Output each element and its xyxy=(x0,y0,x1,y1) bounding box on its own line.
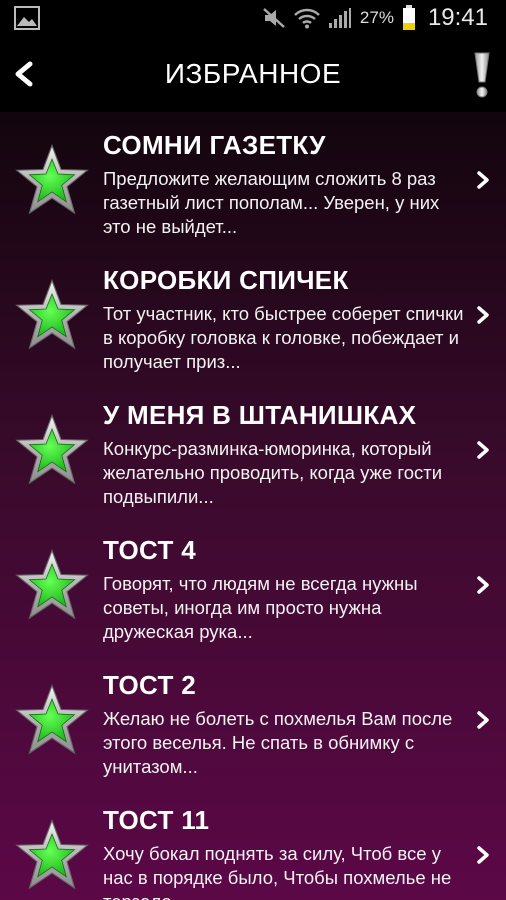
favorites-list: СОМНИ ГАЗЕТКУ Предложите желающим сложит… xyxy=(0,112,506,900)
chevron-right-icon xyxy=(477,711,489,729)
list-item[interactable]: ТОСТ 11 Хочу бокал поднять за силу, Чтоб… xyxy=(0,787,506,900)
list-item[interactable]: У МЕНЯ В ШТАНИШКАХ Конкурс-разминка-юмор… xyxy=(0,382,506,517)
list-item[interactable]: ТОСТ 4 Говорят, что людям не всегда нужн… xyxy=(0,517,506,652)
chevron-right-icon xyxy=(477,576,489,594)
status-bar: 27% 19:41 xyxy=(0,0,506,36)
star-icon xyxy=(15,684,89,755)
item-description: Конкурс-разминка-юморинка, который желат… xyxy=(103,438,443,507)
item-description: Говорят, что людям не всегда нужны совет… xyxy=(103,573,418,642)
mute-icon xyxy=(263,8,285,28)
chevron-right-icon xyxy=(477,171,489,189)
item-description: Тот участник, кто быстрее соберет спички… xyxy=(103,303,464,372)
list-item[interactable]: ТОСТ 2 Желаю не болеть с похмелья Вам по… xyxy=(0,652,506,787)
chevron-right-icon xyxy=(477,306,489,324)
star-icon xyxy=(15,144,89,215)
star-icon xyxy=(15,279,89,350)
item-description: Хочу бокал поднять за силу, Чтоб все у н… xyxy=(103,843,452,900)
clock: 19:41 xyxy=(427,4,488,31)
item-description: Желаю не болеть с похмелья Вам после это… xyxy=(103,708,453,777)
item-title: У МЕНЯ В ШТАНИШКАХ xyxy=(103,400,417,430)
item-title: ТОСТ 2 xyxy=(103,670,196,700)
battery-icon xyxy=(402,5,415,30)
list-item[interactable]: СОМНИ ГАЗЕТКУ Предложите желающим сложит… xyxy=(0,112,506,247)
list-item[interactable]: КОРОБКИ СПИЧЕК Тот участник, кто быстрее… xyxy=(0,247,506,382)
page-title: ИЗБРАННОЕ xyxy=(164,58,342,89)
star-icon xyxy=(15,819,89,890)
item-title: ТОСТ 4 xyxy=(103,535,196,565)
gallery-notification-icon xyxy=(14,6,40,30)
item-description: Предложите желающим сложить 8 раз газетн… xyxy=(103,168,440,237)
item-title: СОМНИ ГАЗЕТКУ xyxy=(103,130,326,160)
app-bar: ИЗБРАННОЕ xyxy=(0,36,506,112)
item-title: ТОСТ 11 xyxy=(103,805,210,835)
wifi-icon xyxy=(294,8,320,29)
star-icon xyxy=(15,549,89,620)
item-title: КОРОБКИ СПИЧЕК xyxy=(103,265,349,295)
signal-icon xyxy=(328,8,351,28)
chevron-right-icon xyxy=(477,846,489,864)
star-icon xyxy=(15,414,89,485)
battery-percent: 27% xyxy=(359,8,394,27)
exclamation-icon[interactable] xyxy=(470,50,494,100)
chevron-right-icon xyxy=(477,441,489,459)
status-icons: 27% 19:41 xyxy=(262,4,488,32)
